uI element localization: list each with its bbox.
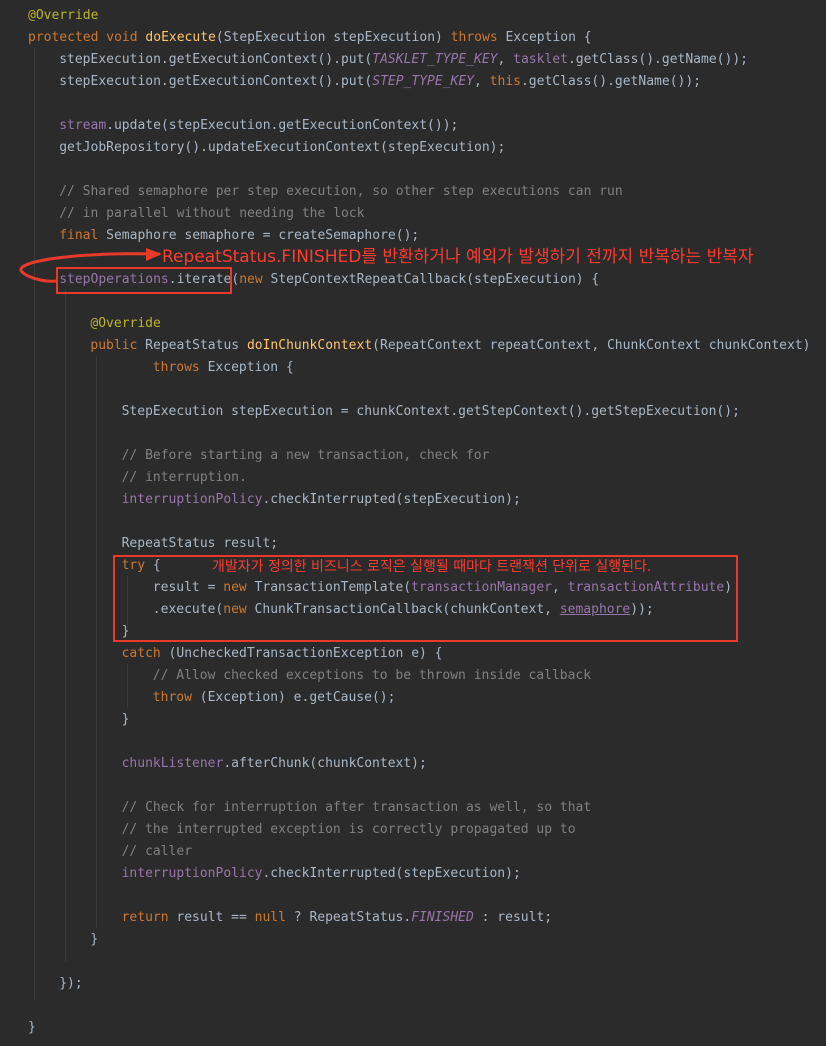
code-line[interactable]: throw (Exception) e.getCause(); (153, 687, 396, 709)
code-token: void (106, 30, 138, 45)
code-token: : result; (473, 910, 553, 925)
code-token: null (254, 910, 286, 925)
indent-guide (96, 356, 97, 928)
code-token: stream (59, 118, 107, 133)
code-token: chunkListener (121, 756, 224, 771)
code-token: // Allow checked exceptions to be thrown… (152, 668, 592, 683)
code-line[interactable]: // Before starting a new transaction, ch… (122, 445, 490, 467)
code-token: .checkInterrupted(stepExecution); (262, 866, 521, 881)
code-line[interactable]: // the interrupted exception is correctl… (122, 819, 576, 841)
code-token: , (497, 52, 514, 67)
code-token: @Override (90, 316, 161, 331)
code-line[interactable]: // caller (122, 841, 192, 863)
code-token: TASKLET_TYPE_KEY (372, 52, 498, 67)
code-line[interactable]: } (90, 929, 98, 951)
code-token: (RepeatContext repeatContext, ChunkConte… (372, 338, 811, 353)
code-token: protected (28, 30, 99, 45)
code-token: final (59, 228, 99, 243)
code-line[interactable]: // in parallel without needing the lock (59, 203, 364, 225)
code-line[interactable]: interruptionPolicy.checkInterrupted(step… (122, 863, 521, 885)
code-token: result == (168, 910, 255, 925)
code-token: // in parallel without needing the lock (59, 206, 365, 221)
code-line[interactable]: StepExecution stepExecution = chunkConte… (122, 401, 740, 423)
code-token: ? RepeatStatus. (285, 910, 412, 925)
code-token: } (121, 712, 130, 727)
code-line[interactable]: // Shared semaphore per step execution, … (59, 181, 623, 203)
code-token: FINISHED (411, 910, 474, 925)
transaction-annotation-label: 개발자가 정의한 비즈니스 로직은 실행될 때마다 트랜잭션 단위로 실행된다. (212, 559, 652, 575)
code-token: throw (152, 690, 192, 705)
code-token: , (474, 74, 490, 89)
code-token: } (90, 932, 99, 947)
code-token: }); (59, 976, 83, 991)
code-token: // interruption. (121, 470, 247, 485)
code-line[interactable]: protected void doExecute(StepExecution s… (28, 27, 592, 49)
code-line[interactable]: throws Exception { (153, 357, 294, 379)
code-token: .update(stepExecution.getExecutionContex… (106, 118, 459, 133)
iterate-highlight-box (56, 267, 232, 294)
code-token: // Before starting a new transaction, ch… (121, 448, 490, 463)
code-token: .getClass().getName()); (520, 74, 701, 89)
code-token: doInChunkContext (246, 338, 373, 353)
code-line[interactable]: @Override (28, 5, 98, 27)
code-token: interruptionPolicy (121, 866, 263, 881)
code-token: this (489, 74, 521, 89)
code-token: doExecute (145, 30, 216, 45)
code-line[interactable]: chunkListener.afterChunk(chunkContext); (122, 753, 427, 775)
code-token: RepeatStatus result; (121, 536, 279, 551)
code-token: Semaphore semaphore = createSemaphore(); (98, 228, 420, 243)
code-token: new (239, 272, 263, 287)
code-token: .checkInterrupted(stepExecution); (262, 492, 521, 507)
iterate-annotation-label: RepeatStatus.FINISHED를 반환하거나 예외가 발생하기 전까… (162, 247, 754, 267)
code-line[interactable]: public RepeatStatus doInChunkContext(Rep… (90, 335, 810, 357)
code-token: STEP_TYPE_KEY (372, 74, 475, 89)
code-token: StepExecution stepExecution = chunkConte… (121, 404, 740, 419)
code-line[interactable]: stepExecution.getExecutionContext().put(… (59, 49, 748, 71)
code-line[interactable]: // Check for interruption after transact… (122, 797, 592, 819)
code-token: throws (450, 30, 498, 45)
code-token: Exception { (199, 360, 294, 375)
code-token: tasklet (513, 52, 568, 67)
code-token: (Exception) e.getCause(); (191, 690, 396, 705)
code-token: Exception { (497, 30, 592, 45)
code-token: stepExecution.getExecutionContext().put( (59, 74, 373, 89)
code-line[interactable]: }); (59, 973, 82, 995)
code-line[interactable]: @Override (90, 313, 160, 335)
code-line[interactable]: stream.update(stepExecution.getExecution… (59, 115, 458, 137)
code-line[interactable]: return result == null ? RepeatStatus.FIN… (122, 907, 553, 929)
code-token: // caller (121, 844, 193, 859)
code-token: getJobRepository().updateExecutionContex… (59, 140, 506, 155)
code-token: StepContextRepeatCallback(stepExecution)… (262, 272, 600, 287)
code-line[interactable]: interruptionPolicy.checkInterrupted(step… (122, 489, 521, 511)
code-line[interactable]: } (28, 1017, 36, 1039)
code-token: // the interrupted exception is correctl… (121, 822, 576, 837)
code-token: RepeatStatus (137, 338, 247, 353)
code-editor[interactable]: @Override protected void doExecute(StepEx… (0, 0, 826, 1046)
code-token: interruptionPolicy (121, 492, 263, 507)
code-token: (StepExecution stepExecution) (215, 30, 451, 45)
code-token: throws (152, 360, 200, 375)
code-token: // Check for interruption after transact… (121, 800, 592, 815)
code-line[interactable]: // Allow checked exceptions to be thrown… (153, 665, 591, 687)
code-line[interactable]: catch (UncheckedTransactionException e) … (122, 643, 443, 665)
code-token: stepExecution.getExecutionContext().put( (59, 52, 373, 67)
indent-guide (34, 48, 35, 1000)
code-token: } (28, 1020, 36, 1035)
code-token: @Override (28, 8, 99, 23)
code-line[interactable]: stepExecution.getExecutionContext().put(… (59, 71, 701, 93)
code-token: catch (121, 646, 161, 661)
code-token: (UncheckedTransactionException e) { (160, 646, 443, 661)
code-line[interactable]: RepeatStatus result; (122, 533, 279, 555)
code-token: public (90, 338, 138, 353)
code-token: .getClass().getName()); (567, 52, 748, 67)
code-line[interactable]: } (122, 709, 130, 731)
code-token: return (121, 910, 169, 925)
code-token: .afterChunk(chunkContext); (223, 756, 427, 771)
code-line[interactable]: getJobRepository().updateExecutionContex… (59, 137, 505, 159)
indent-guide (65, 290, 66, 962)
indent-guide (127, 664, 128, 708)
code-token: // Shared semaphore per step execution, … (59, 184, 623, 199)
code-line[interactable]: // interruption. (122, 467, 247, 489)
